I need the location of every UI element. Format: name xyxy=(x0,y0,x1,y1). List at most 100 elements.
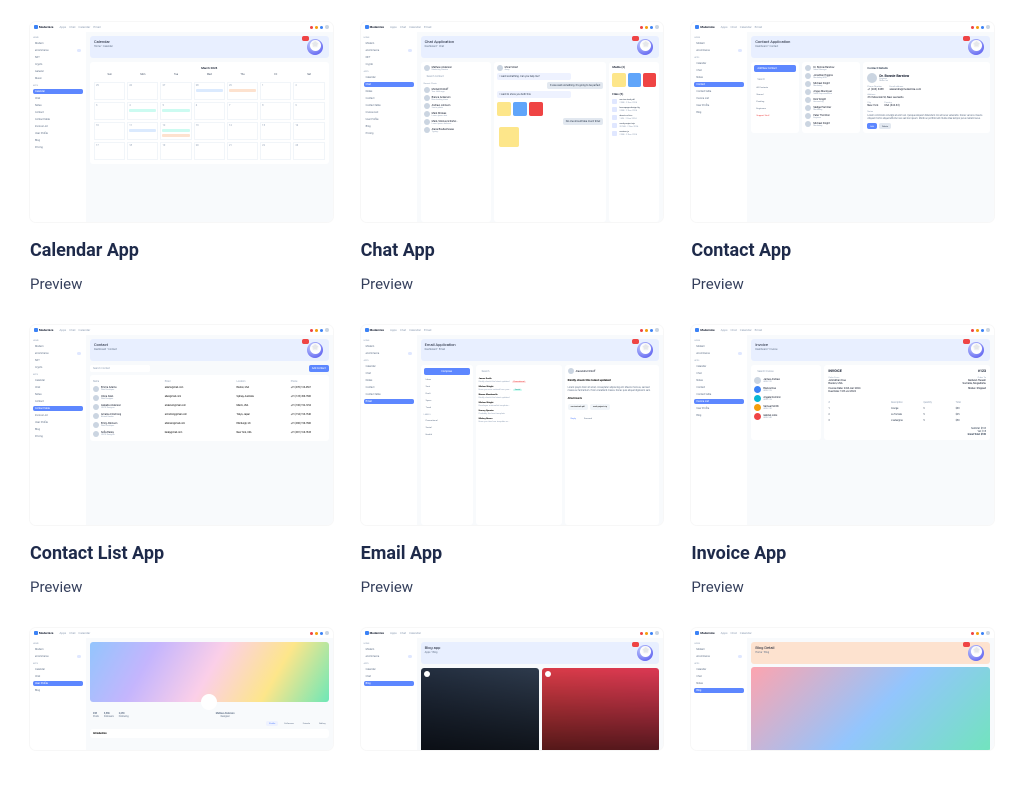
contact-item[interactable]: Michael KnightMarketing xyxy=(805,121,857,127)
table-row[interactable]: Emma AdamsWeb Developeradams@mail.comBos… xyxy=(93,384,326,393)
sidebar-item[interactable]: Notes xyxy=(33,103,83,108)
chat-contact[interactable]: Mark StrokesLorem ipsum text xyxy=(424,111,488,117)
contact-item[interactable]: Jonathan HigginsMarketing HOD xyxy=(805,73,857,79)
sidebar-item[interactable]: Music xyxy=(33,76,83,81)
blog-card[interactable]: Early Black Friday Amazon deals: cheap T… xyxy=(421,668,539,750)
cart-icon[interactable] xyxy=(320,26,323,29)
file-row[interactable]: work-project.zip20 MB · 2 Dec 2024 xyxy=(612,122,656,128)
calendar-cell[interactable]: 16 xyxy=(293,122,324,140)
contact-item[interactable]: Peter ThorntonEngineer xyxy=(805,113,857,119)
search-input[interactable]: Search Contact xyxy=(424,73,488,80)
sidebar-item[interactable]: Blog xyxy=(33,138,83,143)
contact-item[interactable]: Rick WrightAccounting xyxy=(805,97,857,103)
file-row[interactable]: about-us.htm1 KB · 2 Dec 2024 xyxy=(612,114,656,120)
calendar-cell[interactable]: 5 xyxy=(160,102,191,120)
calendar-cell[interactable]: 19 xyxy=(160,142,191,160)
filter-item[interactable]: Engineers xyxy=(754,106,796,111)
tab-followers[interactable]: Followers xyxy=(281,721,296,726)
email-item[interactable]: Michael KnightHave you ever noticed how … xyxy=(479,385,559,391)
label-item[interactable]: Promotional xyxy=(424,418,470,423)
preview-link[interactable]: Preview xyxy=(30,578,333,596)
nav-item[interactable]: Calendar xyxy=(78,25,90,29)
calendar-cell[interactable]: 8 xyxy=(260,102,291,120)
sidebar-item[interactable]: Invoice List xyxy=(33,124,83,129)
label-item[interactable]: Social xyxy=(424,425,470,430)
image-icon[interactable] xyxy=(529,102,543,116)
email-item[interactable]: Bianca MacdowellsKindly check this lates… xyxy=(479,393,559,399)
image-icon[interactable] xyxy=(499,127,519,147)
folder-item[interactable]: Trash xyxy=(424,405,470,410)
image-icon[interactable] xyxy=(643,73,656,87)
sidebar-item[interactable]: Chat xyxy=(33,96,83,101)
folder-item[interactable]: Sent xyxy=(424,384,470,389)
edit-button[interactable]: Edit xyxy=(867,123,877,129)
image-icon[interactable] xyxy=(628,73,641,87)
nav-item[interactable]: Chat xyxy=(69,25,75,29)
thumb-chat[interactable]: ModernizeAppsChatCalendarEmail HOME Mode… xyxy=(361,22,664,222)
calendar-cell[interactable]: 4 xyxy=(127,102,158,120)
calendar-cell[interactable]: 25 xyxy=(94,82,125,100)
calendar-cell[interactable]: 18 xyxy=(127,142,158,160)
filter-item[interactable]: Starred xyxy=(754,92,796,97)
calendar-cell[interactable]: 1 xyxy=(260,82,291,100)
table-row[interactable]: Isabella AndersonUX/UI Designeranderson@… xyxy=(93,402,326,411)
thumb-calendar[interactable]: Modernize Apps Chat Calendar Email HOME … xyxy=(30,22,333,222)
calendar-cell[interactable]: 17 xyxy=(94,142,125,160)
sidebar-item[interactable]: Contact table xyxy=(33,117,83,122)
contact-item[interactable]: Dr. Bonnie BarstowSales Manager xyxy=(805,65,857,71)
chat-contact[interactable]: Bianca AndersonNice looking dress xyxy=(424,95,488,101)
sidebar-item[interactable]: Pricing xyxy=(33,145,83,150)
invoice-item[interactable]: Samuel Smith#INV-130 xyxy=(754,404,818,411)
search-input[interactable]: Search Contact xyxy=(90,365,150,372)
email-item[interactable]: Michael KnightDeveloper minimalist templ… xyxy=(479,401,559,407)
calendar-cell[interactable]: 23 xyxy=(293,142,324,160)
thumb-invoice[interactable]: ModernizeAppsChatCalendarEmail HOME Mode… xyxy=(691,325,994,525)
attachment[interactable]: service-task.pdf xyxy=(568,404,588,410)
email-item[interactable]: James SmithKindly check this latest upda… xyxy=(479,377,559,383)
contact-item[interactable]: Michael KnightMarketing xyxy=(805,81,857,87)
calendar-cell[interactable]: 27 xyxy=(160,82,191,100)
table-row[interactable]: Olivia AllenWeb Designerallen@mail.comSy… xyxy=(93,393,326,402)
nav-item[interactable]: Email xyxy=(93,25,100,29)
table-row[interactable]: Sofia BaileyUX/UI Designerbailey@mail.co… xyxy=(93,429,326,438)
thumb-blog-detail[interactable]: ModernizeAppsChatCalendar HOME Modern eC… xyxy=(691,628,994,750)
sidebar-item-calendar[interactable]: Calendar xyxy=(33,89,83,94)
calendar-cell[interactable]: 21 xyxy=(227,142,258,160)
folder-item[interactable]: Draft xyxy=(424,391,470,396)
chat-contact[interactable]: Mark, Stoinus & Rishvi..Lorem ipsum dolo… xyxy=(424,119,488,125)
delete-button[interactable]: Delete xyxy=(879,123,891,129)
forward-button[interactable]: Forward xyxy=(581,415,595,421)
filter-item[interactable]: Support Stuff xyxy=(754,113,796,118)
thumb-profile[interactable]: ModernizeAppsChatCalendar HOME Modern eC… xyxy=(30,628,333,750)
filter-item[interactable]: Pending xyxy=(754,99,796,104)
thumb-contact-list[interactable]: ModernizeAppsChatCalendar HOME Modern eC… xyxy=(30,325,333,525)
sidebar-item[interactable]: General xyxy=(33,69,83,74)
image-icon[interactable] xyxy=(513,102,527,116)
table-row[interactable]: Emily AtkinsonWeb Developeratkinson@mail… xyxy=(93,420,326,429)
calendar-cell[interactable]: 2 xyxy=(293,82,324,100)
calendar-cell[interactable]: 20 xyxy=(194,142,225,160)
preview-link[interactable]: Preview xyxy=(361,578,664,596)
blog-card[interactable]: Presented by Max Rushden with Barry Glen… xyxy=(542,668,660,750)
chat-contact[interactable]: Michell FlintoffYou: Hello ago xyxy=(424,87,488,93)
invoice-item[interactable]: Angela Dominic#INV-128 xyxy=(754,395,818,402)
sidebar-item[interactable]: Modern xyxy=(33,41,83,46)
invoice-item[interactable]: Bianca Doe#INV-125 xyxy=(754,386,818,393)
calendar-cell[interactable]: 15 xyxy=(260,122,291,140)
thumb-blog[interactable]: ModernizeAppsChatCalendar HOME Modern eC… xyxy=(361,628,664,750)
avatar[interactable] xyxy=(325,25,329,29)
tab-friends[interactable]: Friends xyxy=(300,721,313,726)
reply-button[interactable]: Reply xyxy=(568,415,579,421)
calendar-cell[interactable]: 11 xyxy=(127,122,158,140)
calendar-cell[interactable]: 3 xyxy=(94,102,125,120)
preview-link[interactable]: Preview xyxy=(361,275,664,293)
sidebar-item[interactable]: Crypto xyxy=(33,62,83,67)
preview-link[interactable]: Preview xyxy=(691,275,994,293)
sidebar-item[interactable]: NFT xyxy=(33,55,83,60)
add-contact-button[interactable]: Add New Contact xyxy=(754,65,796,72)
search-input[interactable]: Search xyxy=(754,76,796,83)
notif-icon[interactable] xyxy=(310,26,313,29)
email-item[interactable]: Mickey BrownHave you tried our template … xyxy=(479,417,559,423)
folder-item[interactable]: Inbox xyxy=(424,377,470,382)
folder-item[interactable]: Spam xyxy=(424,398,470,403)
